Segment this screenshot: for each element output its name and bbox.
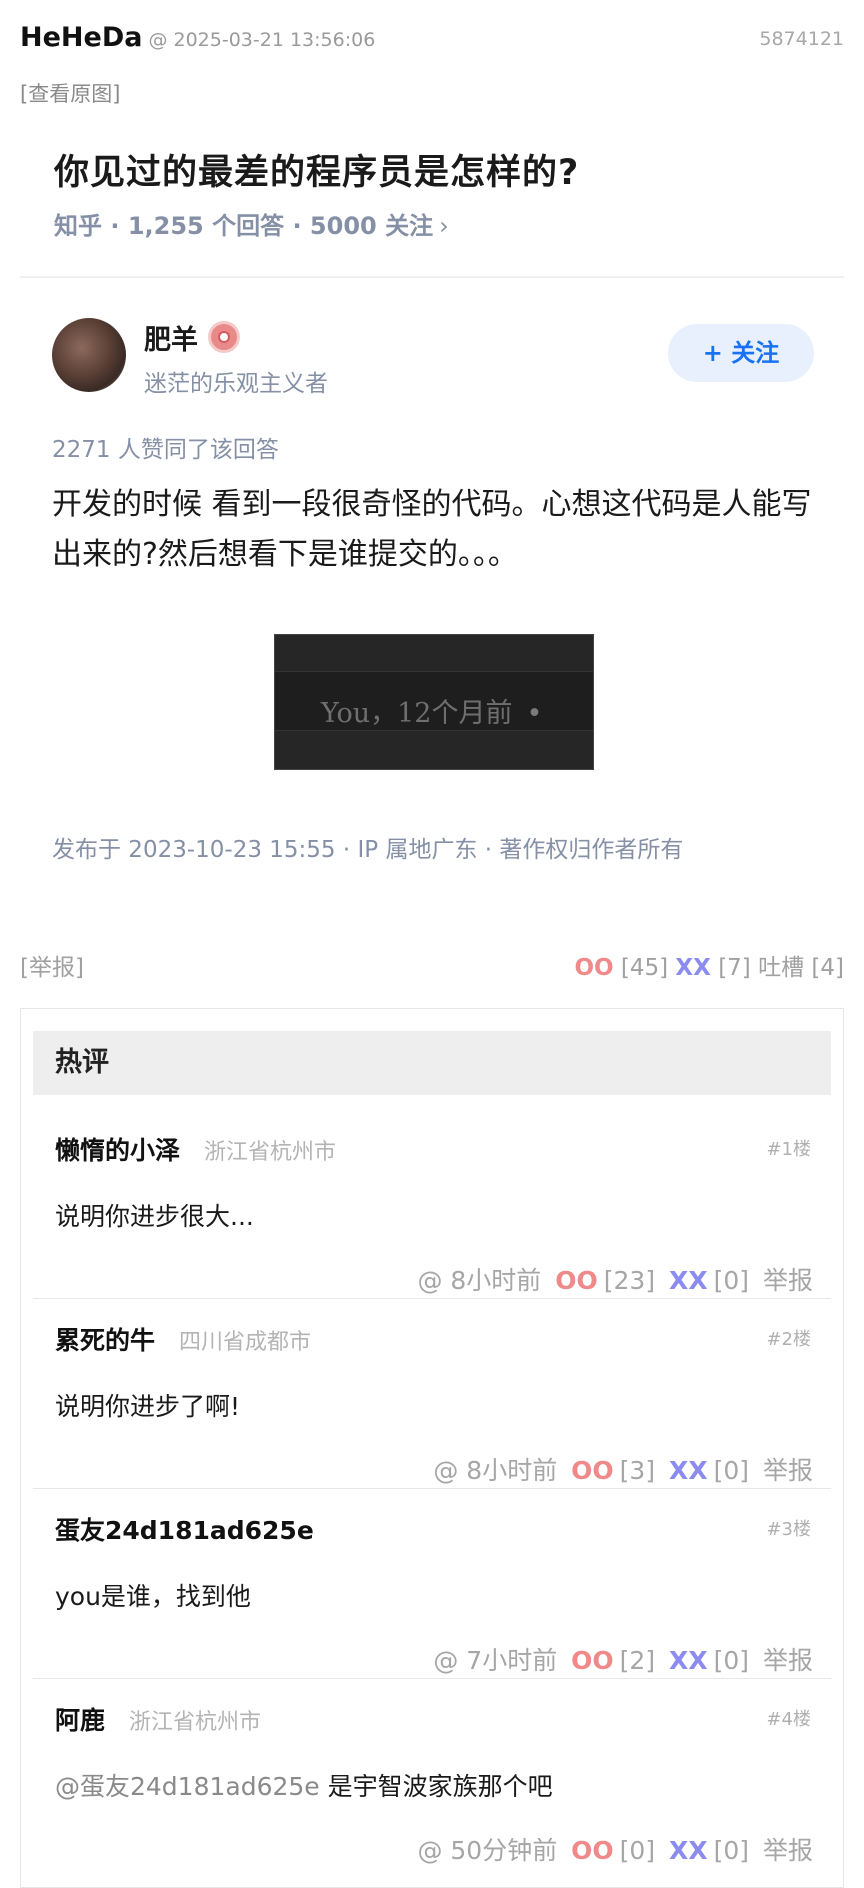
oo-button[interactable]: OO bbox=[574, 955, 613, 981]
oo-count: [0] bbox=[619, 1836, 656, 1865]
vote-bar: OO [45] XX [7] 吐槽 [4] bbox=[574, 948, 844, 982]
xx-count: [7] bbox=[718, 955, 751, 981]
xx-count: [0] bbox=[713, 1646, 750, 1675]
xx-button[interactable]: XX bbox=[669, 1646, 708, 1675]
comment-author-name[interactable]: 懒惰的小泽 bbox=[55, 1136, 180, 1165]
comment-text: 说明你进步很大... bbox=[55, 1202, 254, 1231]
comment-item: 阿鹿 浙江省杭州市 #4楼 @蛋友24d181ad625e 是宇智波家族那个吧 @… bbox=[33, 1679, 831, 1869]
comment-location: 四川省成都市 bbox=[179, 1330, 312, 1355]
comment-author-name[interactable]: 蛋友24d181ad625e bbox=[55, 1516, 314, 1545]
published-info: 发布于 2023-10-23 15:55 · IP 属地广东 · 著作权归作者所… bbox=[52, 837, 684, 863]
comment-location: 浙江省杭州市 bbox=[129, 1710, 262, 1735]
blame-author-time: You，12个月前 bbox=[321, 698, 513, 729]
comment-author-name[interactable]: 阿鹿 bbox=[55, 1706, 105, 1735]
oo-button[interactable]: OO bbox=[571, 1836, 614, 1865]
comment-author: 阿鹿 浙江省杭州市 bbox=[55, 1701, 261, 1737]
comment-floor: #4楼 bbox=[766, 1709, 811, 1730]
comment-location: 浙江省杭州市 bbox=[204, 1140, 337, 1165]
xx-button[interactable]: XX bbox=[675, 955, 710, 981]
xx-count: [0] bbox=[713, 1266, 750, 1295]
report-link[interactable]: 举报 bbox=[763, 1836, 813, 1865]
post-page: HeHeDa @ 2025-03-21 13:56:06 5874121 [查看原… bbox=[0, 0, 864, 1888]
comment-author: 懒惰的小泽 浙江省杭州市 bbox=[55, 1131, 336, 1167]
answerer-bio: 迷茫的乐观主义者 bbox=[144, 371, 328, 397]
report-link[interactable]: [举报] bbox=[20, 948, 84, 982]
xx-count: [0] bbox=[713, 1836, 750, 1865]
xx-button[interactable]: XX bbox=[669, 1836, 708, 1865]
answerer-name: 肥羊 bbox=[144, 318, 240, 357]
report-link[interactable]: 举报 bbox=[763, 1456, 813, 1485]
oo-button[interactable]: OO bbox=[571, 1456, 614, 1485]
comment-text: 说明你进步了啊! bbox=[55, 1392, 241, 1421]
blame-dot: • bbox=[526, 698, 543, 729]
oo-count: [45] bbox=[620, 955, 669, 981]
comment-floor: #1楼 bbox=[766, 1139, 811, 1160]
post-time: @ 2025-03-21 13:56:06 bbox=[148, 29, 376, 51]
badge-icon bbox=[208, 321, 240, 353]
reply-at-time[interactable]: @ 50分钟前 bbox=[417, 1836, 557, 1865]
comment-text: you是谁，找到他 bbox=[55, 1582, 251, 1611]
comment-floor: #2楼 bbox=[766, 1329, 811, 1350]
comment-text: @蛋友24d181ad625e 是宇智波家族那个吧 bbox=[55, 1767, 553, 1803]
hot-comments-title: 热评 bbox=[33, 1031, 831, 1095]
chevron-right-icon: › bbox=[439, 212, 449, 240]
comment-mention[interactable]: @蛋友24d181ad625e bbox=[55, 1772, 320, 1801]
reply-at-time[interactable]: @ 8小时前 bbox=[417, 1266, 541, 1295]
oo-button[interactable]: OO bbox=[571, 1646, 614, 1675]
post-id[interactable]: 5874121 bbox=[759, 28, 844, 50]
comment-item: 蛋友24d181ad625e #3楼 you是谁，找到他 @ 7小时前 OO [2… bbox=[33, 1489, 831, 1679]
comment-floor: #3楼 bbox=[766, 1519, 811, 1540]
oo-count: [3] bbox=[619, 1456, 656, 1485]
comment-item: 累死的牛 四川省成都市 #2楼 说明你进步了啊! @ 8小时前 OO [3] XX[… bbox=[33, 1299, 831, 1489]
comment-actions: @ 8小时前 OO [3] XX [0] 举报 bbox=[427, 1451, 813, 1487]
oo-count: [2] bbox=[619, 1646, 656, 1675]
oo-button[interactable]: OO bbox=[555, 1266, 598, 1295]
avatar bbox=[52, 318, 126, 392]
xx-count: [0] bbox=[713, 1456, 750, 1485]
comment-author: 蛋友24d181ad625e bbox=[55, 1511, 338, 1547]
tucao-link[interactable]: 吐槽 [4] bbox=[758, 955, 844, 981]
blame-text: You，12个月前 • bbox=[321, 691, 542, 730]
question-meta-text: 知乎 · 1,255 个回答 · 5000 关注 bbox=[54, 212, 434, 240]
question-title: 你见过的最差的程序员是怎样的? bbox=[54, 153, 580, 193]
view-original-link[interactable]: [查看原图] bbox=[20, 78, 120, 108]
comment-actions: @ 8小时前 OO [23] XX [0] 举报 bbox=[411, 1261, 813, 1297]
comment-author: 累死的牛 四川省成都市 bbox=[55, 1321, 311, 1357]
question-meta: 知乎 · 1,255 个回答 · 5000 关注 › bbox=[54, 206, 449, 241]
oo-count: [23] bbox=[603, 1266, 656, 1295]
xx-button[interactable]: XX bbox=[669, 1456, 708, 1485]
comment-actions: @ 50分钟前 OO [0] XX [0] 举报 bbox=[411, 1831, 813, 1867]
comment-item: 懒惰的小泽 浙江省杭州市 #1楼 说明你进步很大... @ 8小时前 OO [23]… bbox=[33, 1109, 831, 1299]
hot-comments: 热评 懒惰的小泽 浙江省杭州市 #1楼 说明你进步很大... @ 8小时前 OO[… bbox=[20, 1008, 844, 1888]
zhihu-screenshot: 你见过的最差的程序员是怎样的? 知乎 · 1,255 个回答 · 5000 关注… bbox=[20, 112, 844, 922]
xx-button[interactable]: XX bbox=[669, 1266, 708, 1295]
answer-text: 开发的时候 看到一段很奇怪的代码。心想这代码是人能写出来的?然后想看下是谁提交的… bbox=[52, 487, 812, 572]
reply-at-time[interactable]: @ 7小时前 bbox=[433, 1646, 557, 1675]
agree-count: 2271 人赞同了该回答 bbox=[52, 437, 279, 463]
divider bbox=[20, 276, 844, 278]
reply-at-time[interactable]: @ 8小时前 bbox=[433, 1456, 557, 1485]
comment-author-name[interactable]: 累死的牛 bbox=[55, 1326, 155, 1355]
post-author[interactable]: HeHeDa bbox=[20, 22, 142, 53]
comment-actions: @ 7小时前 OO [2] XX [0] 举报 bbox=[427, 1641, 813, 1677]
report-link[interactable]: 举报 bbox=[763, 1266, 813, 1295]
git-blame-image: You，12个月前 • bbox=[274, 634, 594, 770]
comment-text-body: 是宇智波家族那个吧 bbox=[327, 1772, 553, 1801]
answerer-name-text: 肥羊 bbox=[144, 325, 198, 356]
report-link[interactable]: 举报 bbox=[763, 1646, 813, 1675]
follow-button: + 关注 bbox=[668, 324, 814, 382]
post-header: HeHeDa @ 2025-03-21 13:56:06 5874121 bbox=[20, 22, 844, 62]
